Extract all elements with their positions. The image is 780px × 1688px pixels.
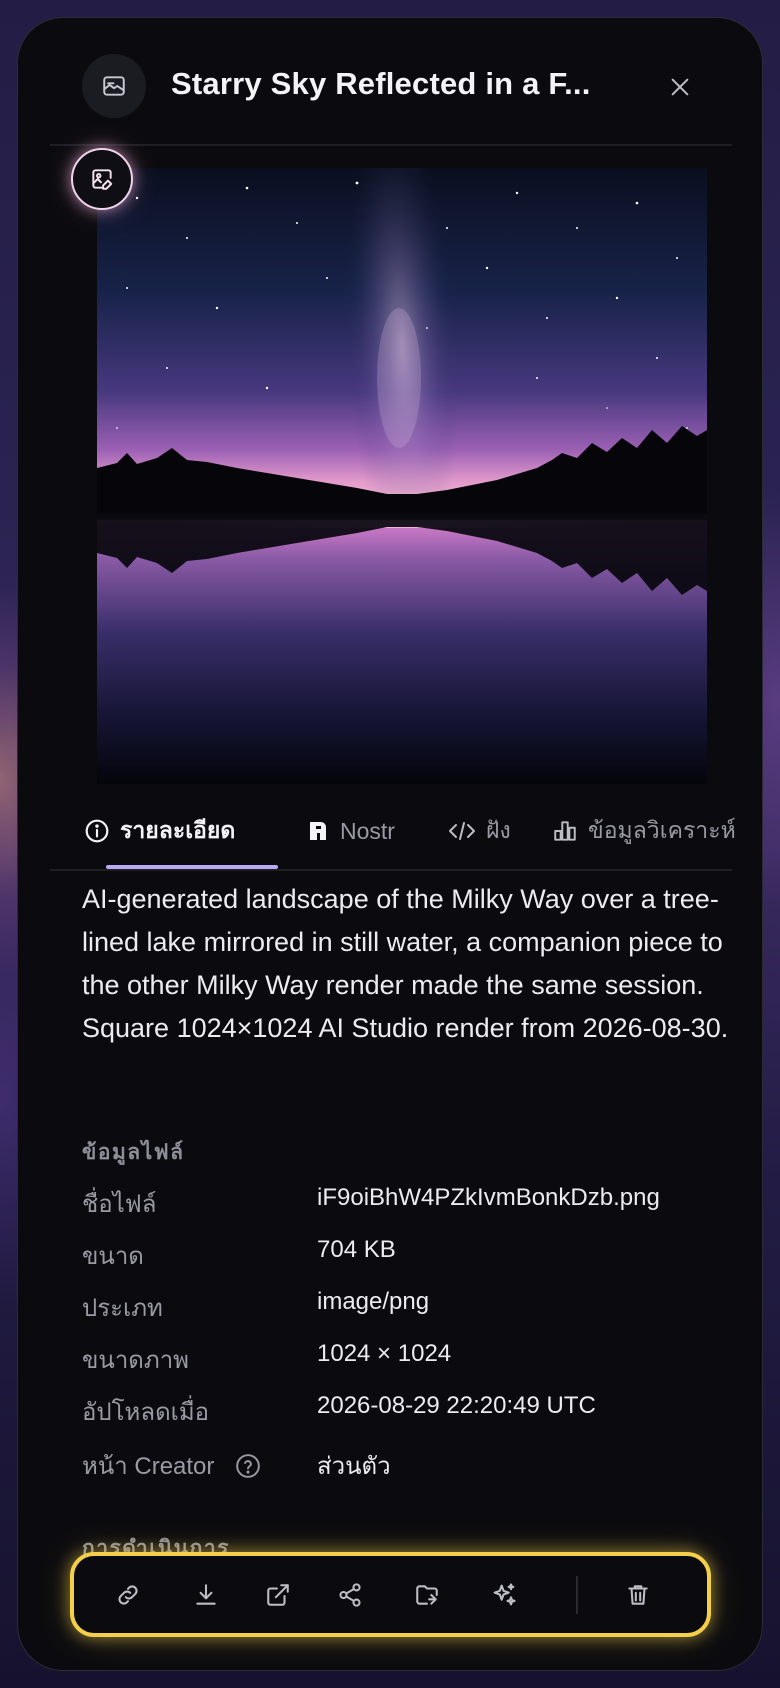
info-value: 1024 × 1024	[317, 1340, 452, 1367]
action-bar	[70, 1552, 711, 1637]
tab-label: รายละเอียด	[120, 817, 236, 843]
header-divider	[50, 144, 732, 146]
info-icon	[85, 819, 109, 843]
external-link-icon	[267, 1584, 289, 1606]
info-key: ชื่อไฟล์	[82, 1191, 157, 1218]
detail-tabs: รายละเอียด Nostr ฝัง ข้อมูลวิเคราะห์	[50, 796, 736, 871]
move-folder-icon	[416, 1585, 438, 1605]
info-value: ส่วนตัว	[317, 1453, 391, 1480]
delete-button[interactable]	[619, 1576, 657, 1614]
page-title: Starry Sky Reflected in a F...	[171, 66, 591, 101]
sparkles-icon	[493, 1583, 516, 1606]
tab-label: ฝัง	[486, 817, 511, 843]
info-row-filename: ชื่อไฟล์ iF9oiBhW4PZkIvmBonkDzb.png	[82, 1184, 742, 1224]
file-info-heading: ข้อมูลไฟล์	[82, 1141, 185, 1164]
info-value: iF9oiBhW4PZkIvmBonkDzb.png	[317, 1184, 660, 1211]
share-button[interactable]	[331, 1576, 369, 1614]
ai-enhance-button[interactable]	[485, 1576, 523, 1614]
tab-label: Nostr	[340, 817, 395, 844]
info-key: ขนาด	[82, 1243, 144, 1270]
info-row-dimensions: ขนาดภาพ 1024 × 1024	[82, 1340, 742, 1380]
copy-link-button[interactable]	[109, 1576, 147, 1614]
image-icon	[82, 54, 146, 118]
tab-details[interactable]: รายละเอียด	[84, 806, 235, 856]
info-key: อัปโหลดเมื่อ	[82, 1399, 210, 1426]
open-external-button[interactable]	[259, 1576, 297, 1614]
info-value: 704 KB	[317, 1236, 396, 1263]
info-key-label: หน้า Creator	[82, 1453, 215, 1480]
close-button[interactable]	[663, 70, 697, 104]
move-to-folder-button[interactable]	[408, 1576, 446, 1614]
download-icon	[196, 1584, 216, 1605]
preview-image[interactable]	[97, 168, 707, 784]
media-details-panel: Starry Sky Reflected in a F... รายละเอีย…	[17, 17, 763, 1671]
code-icon	[449, 822, 475, 840]
info-value: 2026-08-29 22:20:49 UTC	[317, 1392, 596, 1419]
image-description: AI-generated landscape of the Milky Way …	[82, 884, 729, 1043]
info-key: ประเภท	[82, 1295, 163, 1322]
info-row-type: ประเภท image/png	[82, 1288, 742, 1328]
action-separator	[576, 1576, 578, 1614]
bar-chart-icon	[554, 821, 576, 841]
tab-label: ข้อมูลวิเคราะห์	[588, 817, 736, 843]
tab-analytics[interactable]: ข้อมูลวิเคราะห์	[552, 806, 736, 856]
share-icon	[339, 1583, 361, 1607]
tab-embed[interactable]: ฝัง	[448, 806, 511, 856]
help-icon[interactable]	[235, 1453, 261, 1479]
download-button[interactable]	[187, 1576, 225, 1614]
tab-nostr[interactable]: Nostr	[306, 806, 395, 856]
info-value: image/png	[317, 1288, 430, 1315]
image-edit-icon	[92, 169, 113, 190]
edit-image-button[interactable]	[71, 148, 133, 210]
trash-icon	[628, 1585, 648, 1605]
info-row-uploaded: อัปโหลดเมื่อ 2026-08-29 22:20:49 UTC	[82, 1392, 742, 1432]
info-row-size: ขนาด 704 KB	[82, 1236, 742, 1276]
close-icon	[671, 78, 689, 96]
link-icon	[118, 1585, 138, 1605]
info-key: ขนาดภาพ	[82, 1347, 189, 1374]
info-key: หน้า Creator	[82, 1446, 261, 1485]
panel-header: Starry Sky Reflected in a F...	[18, 18, 762, 144]
info-row-creator-page: หน้า Creator ส่วนตัว	[82, 1446, 742, 1486]
nostr-icon	[310, 822, 326, 840]
active-tab-indicator	[106, 865, 278, 869]
